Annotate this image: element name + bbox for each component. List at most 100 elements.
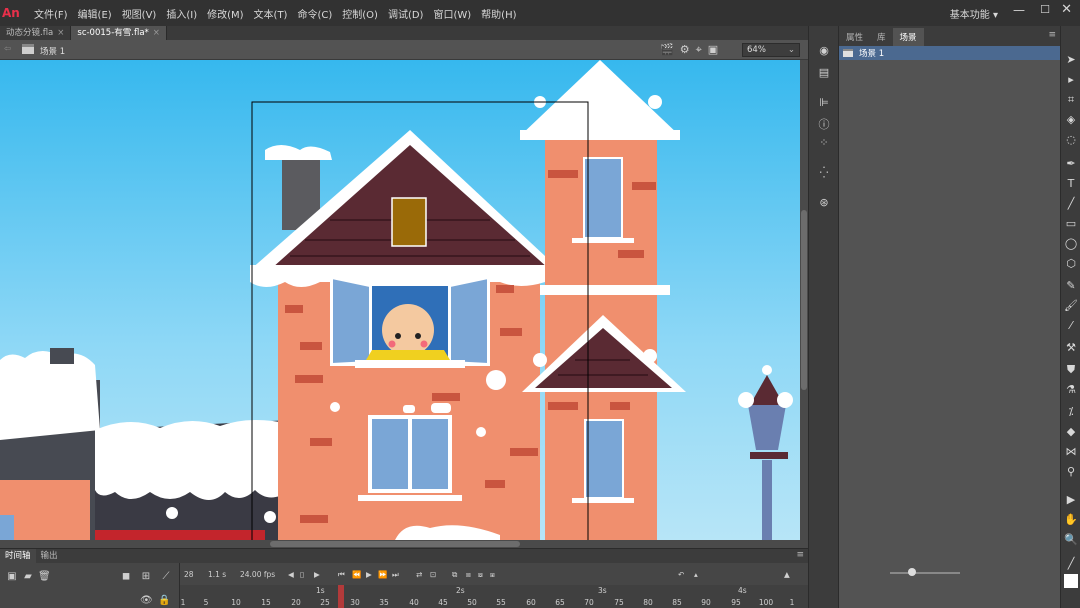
scene-list-item[interactable]: 场景 1 <box>839 46 1060 60</box>
tab-timeline[interactable]: 时间轴 <box>0 549 36 563</box>
scene-breadcrumb[interactable]: 场景 1 <box>40 45 65 57</box>
brush-tool-icon[interactable]: 🖌 <box>1063 298 1079 314</box>
transform-icon[interactable]: ⁘ <box>816 136 832 150</box>
menu-view[interactable]: 视图(V) <box>122 6 157 21</box>
free-transform-tool-icon[interactable]: ⌗ <box>1063 92 1079 108</box>
minimize-icon[interactable]: — <box>1013 3 1025 17</box>
fill-color-swatch[interactable] <box>1064 574 1078 588</box>
components-icon[interactable]: ⁛ <box>816 166 832 180</box>
eye-icon[interactable]: 👁 <box>140 595 153 607</box>
prev-frame-icon[interactable]: ⏪ <box>352 570 361 579</box>
zoom-select[interactable]: 64% ⌄ <box>742 43 800 57</box>
zoom-tool-icon[interactable]: 🔍 <box>1063 532 1079 548</box>
eyedropper-tool-icon[interactable]: ⁒ <box>1063 404 1079 420</box>
zoom-in-timeline-icon[interactable]: ▲ <box>784 570 790 579</box>
menu-edit[interactable]: 编辑(E) <box>78 6 112 21</box>
bone-tool-icon[interactable]: ⚒ <box>1063 340 1079 356</box>
stage-horizontal-scrollbar[interactable] <box>0 540 808 548</box>
center-stage-icon[interactable]: ⌖ <box>696 43 702 57</box>
paint-brush-tool-icon[interactable]: ⁄ <box>1063 318 1079 334</box>
parenting-icon[interactable]: ⊞ <box>140 571 152 583</box>
hand-tool-icon[interactable]: ✋ <box>1063 512 1079 528</box>
timeline-zoom-slider[interactable] <box>890 572 960 574</box>
info-icon[interactable]: ⓘ <box>816 116 832 131</box>
zoom-out-timeline-icon[interactable]: ▴ <box>694 570 698 579</box>
camera-tool-icon[interactable]: ▶ <box>1063 492 1079 508</box>
delete-layer-icon[interactable]: 🗑 <box>38 571 51 583</box>
frame-rate[interactable]: 24.00 fps <box>240 570 275 579</box>
tab-library[interactable]: 库 <box>870 31 893 46</box>
lock-icon[interactable]: 🔒 <box>158 595 170 607</box>
swatches-icon[interactable]: ▤ <box>816 66 832 80</box>
ink-bottle-tool-icon[interactable]: ⚗ <box>1063 382 1079 398</box>
tab-close-icon[interactable]: × <box>57 28 64 38</box>
playhead[interactable] <box>338 585 344 608</box>
menu-window[interactable]: 窗口(W) <box>433 6 471 21</box>
menu-debug[interactable]: 调试(D) <box>388 6 424 21</box>
tab-close-icon[interactable]: × <box>153 28 160 38</box>
play-icon[interactable]: ▶ <box>366 570 372 579</box>
pencil-tool-icon[interactable]: ✎ <box>1063 278 1079 294</box>
doc-tab-2[interactable]: sc-0015-有雪.fla* × <box>71 26 167 40</box>
menu-control[interactable]: 控制(O) <box>342 6 378 21</box>
maximize-icon[interactable]: ☐ <box>1040 3 1050 16</box>
scroll-thumb[interactable] <box>270 541 520 547</box>
edit-symbol-icon[interactable]: ⚙ <box>680 43 690 57</box>
slider-knob[interactable] <box>908 568 916 576</box>
menu-insert[interactable]: 插入(I) <box>166 6 197 21</box>
stage-canvas[interactable] <box>0 60 800 540</box>
current-time[interactable]: 1.1 s <box>208 570 226 579</box>
new-folder-icon[interactable]: ▰ <box>22 571 34 583</box>
next-frame-icon[interactable]: ⏩ <box>378 570 387 579</box>
pin-tool-icon[interactable]: ⚲ <box>1063 464 1079 480</box>
center-frame-icon[interactable]: ⊡ <box>430 570 436 579</box>
edit-scene-icon[interactable]: 🎬 <box>660 43 674 57</box>
line-tool-icon[interactable]: ╱ <box>1063 196 1079 212</box>
first-frame-icon[interactable]: ⏮ <box>338 570 345 580</box>
selection-tool-icon[interactable]: ➤ <box>1063 52 1079 68</box>
menu-commands[interactable]: 命令(C) <box>297 6 332 21</box>
step-forward-icon[interactable]: ▶ <box>314 570 320 579</box>
undo-icon[interactable]: ↶ <box>678 570 684 579</box>
pen-tool-icon[interactable]: ✒ <box>1063 156 1079 172</box>
subselection-tool-icon[interactable]: ▸ <box>1063 72 1079 88</box>
frame-ruler[interactable]: 1s 2s 3s 4s 1 5 10 15 20 25 30 35 40 45 … <box>180 585 808 608</box>
new-layer-icon[interactable]: ▣ <box>6 571 18 583</box>
text-tool-icon[interactable]: T <box>1063 176 1079 192</box>
timeline-menu-icon[interactable]: ≡ <box>796 550 804 560</box>
paint-bucket-tool-icon[interactable]: ⛊ <box>1063 362 1079 378</box>
stage-vertical-scrollbar[interactable] <box>800 60 808 540</box>
lasso-tool-icon[interactable]: ◌ <box>1063 132 1079 148</box>
step-back-icon[interactable]: ◀ <box>288 570 294 579</box>
align-icon[interactable]: ⊫ <box>816 96 832 110</box>
motion-presets-icon[interactable]: ⊛ <box>816 196 832 210</box>
doc-tab-1[interactable]: 动态分镜.fla × <box>0 26 72 40</box>
panel-menu-icon[interactable]: ≡ <box>1048 30 1056 40</box>
tab-output[interactable]: 输出 <box>36 549 63 563</box>
tab-scene[interactable]: 场景 <box>892 28 924 46</box>
oval-tool-icon[interactable]: ◯ <box>1063 236 1079 252</box>
current-frame-icon[interactable]: ▯ <box>300 570 304 579</box>
last-frame-icon[interactable]: ⏭ <box>392 570 399 580</box>
eraser-tool-icon[interactable]: ◆ <box>1063 424 1079 440</box>
layer-depth-icon[interactable]: ⟋ <box>160 571 172 583</box>
scroll-thumb[interactable] <box>801 210 807 390</box>
stroke-color-icon[interactable]: ╱ <box>1063 556 1079 572</box>
workspace-switcher[interactable]: 基本功能 ▾ <box>950 6 998 21</box>
menu-help[interactable]: 帮助(H) <box>481 6 516 21</box>
camera-icon[interactable]: ◼ <box>120 571 132 583</box>
width-tool-icon[interactable]: ⋈ <box>1063 444 1079 460</box>
onion-skin-icon[interactable]: ⧉ <box>452 570 457 580</box>
current-frame[interactable]: 28 <box>184 570 194 579</box>
menu-text[interactable]: 文本(T) <box>254 6 288 21</box>
color-panel-icon[interactable]: ◉ <box>816 44 832 58</box>
modify-markers-icon[interactable]: ⧆ <box>490 570 495 580</box>
close-icon[interactable]: ✕ <box>1061 2 1072 17</box>
loop-icon[interactable]: ⇄ <box>416 570 422 579</box>
menu-file[interactable]: 文件(F) <box>34 6 68 21</box>
menu-modify[interactable]: 修改(M) <box>207 6 243 21</box>
edit-multiple-icon[interactable]: ⧇ <box>478 570 483 580</box>
back-arrow-icon[interactable]: ⇦ <box>4 44 11 54</box>
rectangle-tool-icon[interactable]: ▭ <box>1063 216 1079 232</box>
onion-outline-icon[interactable]: ⧈ <box>466 570 471 580</box>
